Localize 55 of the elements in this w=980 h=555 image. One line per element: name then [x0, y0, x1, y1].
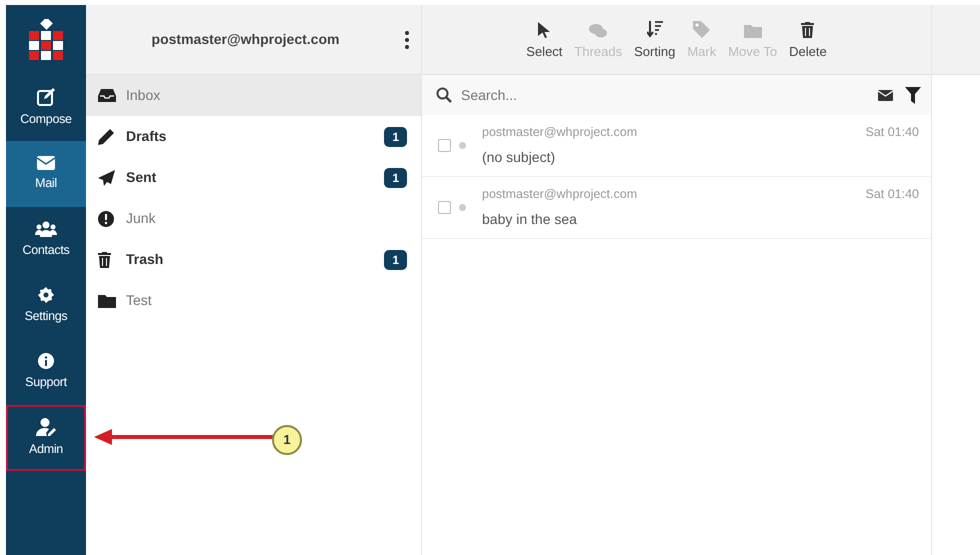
search-field[interactable]: Search...: [459, 84, 872, 106]
nav-item[interactable]: Mail: [6, 141, 86, 207]
trash-icon: [801, 22, 814, 38]
trash-icon: [98, 252, 111, 268]
paper-plane-icon: [98, 170, 115, 186]
step-callout: 1: [272, 425, 302, 455]
folder-icon: [98, 294, 116, 308]
folder-item[interactable]: Sent 1: [86, 157, 421, 198]
settings-icon: [38, 286, 54, 303]
count-badge: 1: [384, 250, 407, 270]
info-icon: [38, 352, 54, 369]
message-checkbox[interactable]: [438, 139, 451, 152]
people-icon: [35, 220, 57, 237]
toolbar-button[interactable]: Select: [526, 18, 562, 62]
inbox-icon: [98, 89, 116, 102]
search-icon: [436, 87, 452, 103]
folder-item[interactable]: Inbox: [86, 75, 421, 116]
sort-icon: [646, 20, 663, 38]
folder-item[interactable]: Drafts 1: [86, 116, 421, 157]
more-icon[interactable]: [405, 30, 409, 48]
message-time: Sat 01:40: [865, 124, 919, 141]
pencil-icon: [98, 128, 114, 144]
count-badge: 1: [384, 168, 407, 188]
message-subject[interactable]: (no subject): [482, 147, 556, 168]
chat-icon: [589, 22, 608, 38]
message-sender: postmaster@whproject.com: [482, 124, 638, 141]
folder-item[interactable]: Test: [86, 280, 421, 321]
message-time: Sat 01:40: [865, 186, 919, 203]
count-badge: 1: [384, 126, 407, 146]
status-dot: [459, 142, 466, 149]
compose-icon: [37, 88, 55, 106]
toolbar-button[interactable]: Delete: [789, 18, 827, 62]
nav-item[interactable]: Settings: [6, 273, 86, 339]
toolbar-button[interactable]: Sorting: [634, 18, 676, 62]
exclamation-icon: [98, 210, 114, 226]
folder-item[interactable]: Junk: [86, 198, 421, 239]
account-email: postmaster@whproject.com: [150, 30, 340, 49]
nav-item[interactable]: Support: [6, 339, 86, 405]
cursor-icon: [538, 22, 550, 38]
message-subject[interactable]: baby in the sea: [482, 209, 577, 230]
logo-icon: [29, 19, 63, 61]
envelope-icon: [37, 156, 55, 170]
search-bar[interactable]: Search...: [422, 75, 931, 115]
message-checkbox[interactable]: [438, 201, 451, 214]
nav-item[interactable]: Contacts: [6, 207, 86, 273]
message-sender: postmaster@whproject.com: [482, 186, 638, 203]
user-icon: [36, 418, 56, 436]
nav-item[interactable]: Compose: [6, 75, 86, 141]
status-dot: [459, 204, 466, 211]
tag-icon: [693, 20, 710, 38]
folder-item[interactable]: Trash 1: [86, 239, 421, 280]
nav-item[interactable]: Admin: [6, 405, 86, 471]
folder-icon: [744, 24, 762, 38]
filter-icon[interactable]: [905, 86, 921, 104]
envelope-icon[interactable]: [878, 90, 893, 100]
